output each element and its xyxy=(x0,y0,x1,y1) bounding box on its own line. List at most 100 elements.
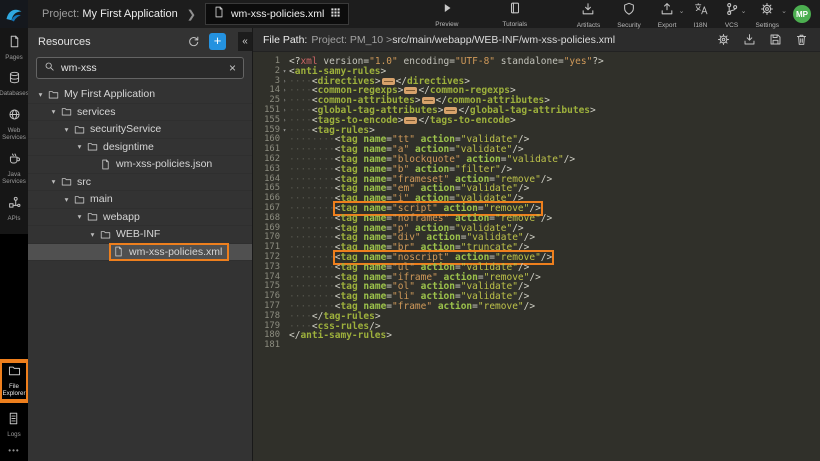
file-icon xyxy=(100,159,111,170)
file-path-prefix: Project: PM_10 > xyxy=(311,34,392,46)
tree-folder: WEB-INF xyxy=(98,227,165,241)
tree-item-webapp[interactable]: ▾webapp xyxy=(28,209,252,227)
editor-save-button[interactable] xyxy=(769,33,782,46)
grid-icon[interactable] xyxy=(330,5,341,23)
code-token: > xyxy=(386,330,392,341)
rail-item-label: Logs xyxy=(7,431,20,438)
clear-search-icon[interactable]: × xyxy=(229,62,236,74)
fold-widget-icon[interactable] xyxy=(404,87,417,94)
tree-caret-icon[interactable]: ▾ xyxy=(48,107,59,116)
topbar-item-label: Tutorials xyxy=(502,21,527,28)
folder-icon xyxy=(87,211,98,222)
code-line-content[interactable]: </anti-samy-rules> xyxy=(289,331,392,341)
rail-item-apis[interactable]: APIs xyxy=(0,196,28,222)
chevron-down-icon: ⌄ xyxy=(679,7,685,15)
tree-folder: src xyxy=(59,175,96,189)
gutter-fold-caret-icon[interactable]: ▾ xyxy=(280,67,289,77)
topbar-tutorials-button[interactable]: Tutorials xyxy=(502,1,527,28)
gutter-fold-caret-icon[interactable]: ▾ xyxy=(280,126,289,136)
editor-settings-button[interactable] xyxy=(717,33,730,46)
tab-label: wm-xss-policies.xml xyxy=(231,8,324,20)
tree-item-src[interactable]: ▾src xyxy=(28,174,252,192)
more-menu-icon[interactable]: ••• xyxy=(0,442,28,461)
topbar-artifacts-button[interactable]: Artifacts xyxy=(577,2,600,29)
fold-widget-icon[interactable] xyxy=(422,97,435,104)
code-token: "validate" xyxy=(506,154,563,165)
tree-caret-icon[interactable]: ▾ xyxy=(87,230,98,239)
tree-item-wm-xss-policies.json[interactable]: wm-xss-policies.json xyxy=(28,156,252,174)
tree-caret-icon[interactable]: ▾ xyxy=(61,195,72,204)
refresh-icon[interactable] xyxy=(187,35,200,48)
resource-search: × xyxy=(36,57,244,79)
play-icon xyxy=(440,1,454,20)
vcs-icon xyxy=(725,2,739,21)
topbar-vcs-button[interactable]: ⌄VCS xyxy=(725,2,739,29)
rail-item-pages[interactable]: Pages xyxy=(0,35,28,61)
tree-folder: My First Application xyxy=(46,87,160,101)
topbar-i18n-button[interactable]: I18N xyxy=(694,2,708,29)
tree-item-wm-xss-policies.xml[interactable]: wm-xss-policies.xml xyxy=(28,244,252,262)
gutter-fold-caret-icon[interactable]: › xyxy=(280,106,289,116)
gutter-fold-caret-icon[interactable]: › xyxy=(280,96,289,106)
tree-file: wm-xss-policies.xml xyxy=(111,245,227,259)
gutter-spacer xyxy=(280,312,289,322)
code-line-180: 180</anti-samy-rules> xyxy=(253,331,820,341)
rail-item-logs[interactable]: Logs xyxy=(7,412,20,438)
tree-caret-icon[interactable]: ▾ xyxy=(48,177,59,186)
fold-widget-icon[interactable] xyxy=(382,78,395,85)
tree-caret-icon[interactable]: ▾ xyxy=(61,125,72,134)
topbar-item-label: Settings xyxy=(756,22,780,29)
db-icon xyxy=(8,71,21,89)
topbar-security-button[interactable]: Security xyxy=(617,2,640,29)
search-input[interactable] xyxy=(61,62,223,74)
tree-item-services[interactable]: ▾services xyxy=(28,104,252,122)
tree-caret-icon[interactable]: ▾ xyxy=(74,142,85,151)
fold-widget-icon[interactable] xyxy=(444,107,457,114)
collapse-panel-button[interactable]: « xyxy=(238,32,252,51)
folder-icon xyxy=(74,194,85,205)
file-path: src/main/webapp/WEB-INF/wm-xss-policies.… xyxy=(392,34,615,46)
editor-delete-button[interactable] xyxy=(795,33,808,46)
rail-item-label: APIs xyxy=(7,215,20,222)
gutter-fold-caret-icon[interactable]: › xyxy=(280,86,289,96)
rail-item-web-services[interactable]: Web Services xyxy=(0,108,28,142)
rail-item-java-services[interactable]: Java Services xyxy=(0,152,28,186)
tree-item-securityservice[interactable]: ▾securityService xyxy=(28,121,252,139)
gutter-spacer xyxy=(280,263,289,273)
fold-widget-icon[interactable] xyxy=(404,117,417,124)
tree-item-main[interactable]: ▾ main xyxy=(28,191,252,209)
rail-item-label: File Explorer xyxy=(2,383,26,398)
code-editor[interactable]: 1<?xml version="1.0" encoding="UTF-8" st… xyxy=(253,52,820,461)
tree-caret-icon[interactable]: ▾ xyxy=(74,212,85,221)
topbar-tools: ArtifactsSecurity⌄ExportI18N⌄VCS⌄Setting… xyxy=(577,0,779,29)
project-name[interactable]: My First Application xyxy=(82,8,177,20)
folder-icon xyxy=(87,141,98,152)
code-token: standalone xyxy=(501,56,558,67)
tree-caret-icon[interactable]: ▾ xyxy=(35,90,46,99)
avatar[interactable]: MP xyxy=(793,5,811,23)
top-bar: Project: My First Application ❯ wm-xss-p… xyxy=(0,0,820,28)
topbar-item-label: Artifacts xyxy=(577,22,600,29)
gutter-spacer xyxy=(280,57,289,67)
editor-download-button[interactable] xyxy=(743,33,756,46)
tree-item-label: designtime xyxy=(103,141,154,153)
topbar-export-button[interactable]: ⌄Export xyxy=(658,2,677,29)
topbar-item-label: Export xyxy=(658,22,677,29)
tree-item-my-first-application[interactable]: ▾My First Application xyxy=(28,86,252,104)
gutter-fold-caret-icon[interactable]: › xyxy=(280,77,289,87)
code-token: > xyxy=(510,115,516,126)
code-token: </ xyxy=(418,115,429,126)
tree-item-web-inf[interactable]: ▾WEB-INF xyxy=(28,226,252,244)
add-resource-button[interactable]: + xyxy=(209,33,226,50)
open-file-tab[interactable]: wm-xss-policies.xml xyxy=(205,3,349,25)
topbar-settings-button[interactable]: ⌄Settings xyxy=(756,2,780,29)
topbar-preview-button[interactable]: Preview xyxy=(435,1,458,28)
tree-item-label: main xyxy=(90,193,113,205)
tree-item-designtime[interactable]: ▾ designtime xyxy=(28,139,252,157)
page-icon xyxy=(8,35,21,53)
line-number[interactable]: 181 xyxy=(253,341,280,351)
rail-item-file-explorer[interactable]: File Explorer xyxy=(0,361,28,401)
gutter-fold-caret-icon[interactable]: › xyxy=(280,116,289,126)
rail-item-databases[interactable]: Databases xyxy=(0,71,28,97)
folder-icon xyxy=(74,124,85,135)
